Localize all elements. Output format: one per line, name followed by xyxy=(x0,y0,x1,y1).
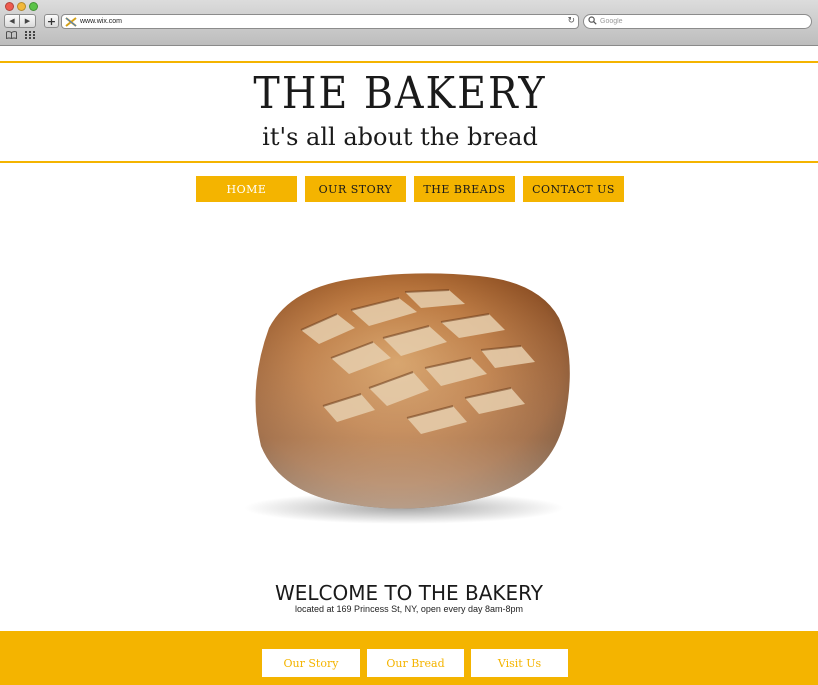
footer-visit-us-button[interactable]: Visit Us xyxy=(471,649,568,677)
reload-icon[interactable]: ↻ xyxy=(567,17,575,26)
site-tagline: it's all about the bread xyxy=(262,123,538,151)
welcome-heading: WELCOME TO THE BAKERY xyxy=(274,581,544,605)
minimize-window-button[interactable] xyxy=(17,2,26,11)
address-bar[interactable]: www.wix.com ↻ xyxy=(61,14,579,29)
browser-toolbar: ◀ ▶ + www.wix.com ↻ xyxy=(0,0,818,46)
history-buttons: ◀ ▶ xyxy=(4,14,36,28)
forward-arrow-icon: ▶ xyxy=(24,17,31,25)
plus-icon: + xyxy=(46,14,57,28)
bookmarks-book-icon[interactable] xyxy=(6,31,17,42)
back-arrow-icon: ◀ xyxy=(9,17,15,25)
footer-links: Our Story Our Bread Visit Us xyxy=(262,649,568,677)
back-button[interactable]: ◀ xyxy=(4,14,20,28)
nav-our-story[interactable]: OUR STORY xyxy=(305,176,406,202)
footer-our-story-button[interactable]: Our Story xyxy=(262,649,360,677)
zoom-window-button[interactable] xyxy=(29,2,38,11)
welcome-location-hours: located at 169 Princess St, NY, open eve… xyxy=(295,604,523,614)
window-controls xyxy=(5,2,38,11)
bread-loaf-image xyxy=(244,273,570,524)
footer-our-bread-button[interactable]: Our Bread xyxy=(367,649,464,677)
search-icon xyxy=(588,16,597,27)
main-navigation: HOME OUR STORY THE BREADS CONTACT US xyxy=(196,176,624,202)
search-input[interactable] xyxy=(600,15,811,28)
bookmarks-bar xyxy=(6,31,35,42)
top-sites-grid-icon[interactable] xyxy=(25,31,35,42)
nav-contact-us[interactable]: CONTACT US xyxy=(523,176,624,202)
add-bookmark-button[interactable]: + xyxy=(44,14,59,28)
header-top-rule xyxy=(0,61,818,63)
nav-the-breads[interactable]: THE BREADS xyxy=(414,176,515,202)
hero-image xyxy=(69,218,752,563)
url-text: www.wix.com xyxy=(80,18,123,25)
nav-home[interactable]: HOME xyxy=(196,176,297,202)
search-box[interactable] xyxy=(583,14,812,29)
close-window-button[interactable] xyxy=(5,2,14,11)
wix-favicon-icon xyxy=(64,16,77,27)
site-title: THE BAKERY xyxy=(253,68,547,119)
footer-bar: Our Story Our Bread Visit Us xyxy=(0,631,818,685)
header-bottom-rule xyxy=(0,161,818,163)
forward-button[interactable]: ▶ xyxy=(20,14,36,28)
